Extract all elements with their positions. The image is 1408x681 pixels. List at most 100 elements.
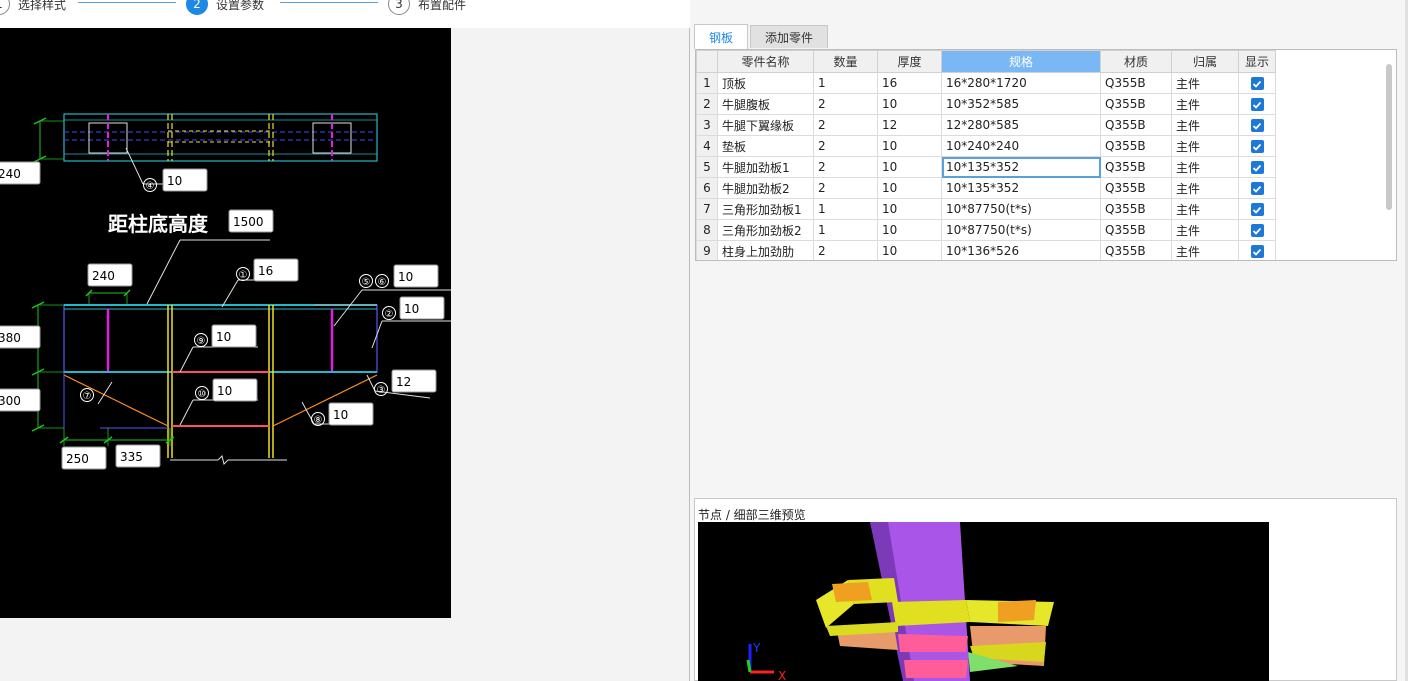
- cell-spec[interactable]: 10*135*352: [941, 156, 1101, 178]
- input-part-2-thickness[interactable]: 10: [404, 302, 419, 316]
- input-width-335[interactable]: 335: [120, 450, 143, 464]
- cell-owner[interactable]: 主件: [1171, 114, 1239, 136]
- row-number[interactable]: 9: [696, 240, 718, 260]
- cell-show[interactable]: [1238, 72, 1276, 94]
- cell-spec[interactable]: 10*352*585: [941, 93, 1101, 115]
- step-3[interactable]: 3 布置配件: [388, 0, 466, 16]
- checkbox-checked-icon[interactable]: [1250, 182, 1264, 195]
- cell-owner[interactable]: 主件: [1171, 72, 1239, 94]
- table-row[interactable]: 2 牛腿腹板 2 10 10*352*585 Q355B 主件: [696, 93, 1276, 115]
- input-part-1-thickness[interactable]: 16: [258, 264, 273, 278]
- cell-owner[interactable]: 主件: [1171, 240, 1239, 260]
- cell-quantity[interactable]: 2: [813, 177, 878, 199]
- cell-quantity[interactable]: 1: [813, 72, 878, 94]
- header-material[interactable]: 材质: [1100, 50, 1172, 73]
- cell-quantity[interactable]: 1: [813, 219, 878, 241]
- cell-show[interactable]: [1238, 177, 1276, 199]
- cell-spec[interactable]: 12*280*585: [941, 114, 1101, 136]
- input-part-5-6-thickness[interactable]: 10: [398, 270, 413, 284]
- row-number[interactable]: 2: [696, 93, 718, 115]
- cell-show[interactable]: [1238, 93, 1276, 115]
- table-row[interactable]: 7 三角形加劲板1 1 10 10*87750(t*s) Q355B 主件: [696, 198, 1276, 220]
- cell-thickness[interactable]: 10: [877, 198, 942, 220]
- row-number[interactable]: 3: [696, 114, 718, 136]
- checkbox-checked-icon[interactable]: [1250, 119, 1264, 132]
- cell-thickness[interactable]: 16: [877, 72, 942, 94]
- cell-thickness[interactable]: 10: [877, 177, 942, 199]
- cell-part-name[interactable]: 牛腿加劲板1: [717, 156, 814, 178]
- input-plate-width[interactable]: 240: [92, 269, 115, 283]
- header-show[interactable]: 显示: [1238, 50, 1276, 73]
- table-row[interactable]: 4 垫板 2 10 10*240*240 Q355B 主件: [696, 135, 1276, 157]
- cell-quantity[interactable]: 2: [813, 135, 878, 157]
- cell-quantity[interactable]: 2: [813, 93, 878, 115]
- table-row[interactable]: 9 柱身上加劲肋 2 10 10*136*526 Q355B 主件: [696, 240, 1276, 260]
- cell-thickness[interactable]: 10: [877, 135, 942, 157]
- cell-show[interactable]: [1238, 219, 1276, 241]
- input-height-300[interactable]: 300: [0, 394, 21, 408]
- cell-material[interactable]: Q355B: [1100, 240, 1172, 260]
- cell-quantity[interactable]: 2: [813, 240, 878, 260]
- row-number[interactable]: 6: [696, 177, 718, 199]
- cell-thickness[interactable]: 10: [877, 219, 942, 241]
- cell-material[interactable]: Q355B: [1100, 114, 1172, 136]
- cell-material[interactable]: Q355B: [1100, 219, 1172, 241]
- 3d-preview-canvas[interactable]: Y X: [698, 522, 1269, 681]
- cell-thickness[interactable]: 12: [877, 114, 942, 136]
- input-part-10-thickness[interactable]: 10: [217, 384, 232, 398]
- checkbox-checked-icon[interactable]: [1250, 77, 1264, 90]
- row-number[interactable]: 1: [696, 72, 718, 94]
- cell-part-name[interactable]: 牛腿腹板: [717, 93, 814, 115]
- header-owner[interactable]: 归属: [1171, 50, 1239, 73]
- cell-quantity[interactable]: 2: [813, 114, 878, 136]
- cell-show[interactable]: [1238, 240, 1276, 260]
- cell-material[interactable]: Q355B: [1100, 135, 1172, 157]
- cell-owner[interactable]: 主件: [1171, 177, 1239, 199]
- cell-material[interactable]: Q355B: [1100, 93, 1172, 115]
- cell-spec[interactable]: 10*87750(t*s): [941, 198, 1101, 220]
- checkbox-checked-icon[interactable]: [1250, 98, 1264, 111]
- cell-show[interactable]: [1238, 135, 1276, 157]
- table-row[interactable]: 8 三角形加劲板2 1 10 10*87750(t*s) Q355B 主件: [696, 219, 1276, 241]
- cell-show[interactable]: [1238, 156, 1276, 178]
- cell-owner[interactable]: 主件: [1171, 135, 1239, 157]
- cell-part-name[interactable]: 垫板: [717, 135, 814, 157]
- table-row[interactable]: 3 牛腿下翼缘板 2 12 12*280*585 Q355B 主件: [696, 114, 1276, 136]
- header-part-name[interactable]: 零件名称: [717, 50, 814, 73]
- cell-quantity[interactable]: 2: [813, 156, 878, 178]
- tab-steel-plate[interactable]: 钢板: [694, 24, 749, 49]
- cell-part-name[interactable]: 三角形加劲板1: [717, 198, 814, 220]
- checkbox-checked-icon[interactable]: [1250, 224, 1264, 237]
- header-quantity[interactable]: 数量: [813, 50, 878, 73]
- cell-owner[interactable]: 主件: [1171, 198, 1239, 220]
- input-width-250[interactable]: 250: [66, 452, 89, 466]
- cell-material[interactable]: Q355B: [1100, 198, 1172, 220]
- input-part-4-thickness[interactable]: 10: [167, 174, 182, 188]
- row-number[interactable]: 4: [696, 135, 718, 157]
- step-2[interactable]: 2 设置参数: [186, 0, 264, 16]
- cell-owner[interactable]: 主件: [1171, 93, 1239, 115]
- input-top-width[interactable]: 240: [0, 167, 21, 181]
- cell-owner[interactable]: 主件: [1171, 156, 1239, 178]
- cell-material[interactable]: Q355B: [1100, 72, 1172, 94]
- cell-spec[interactable]: 10*136*526: [941, 240, 1101, 260]
- cell-material[interactable]: Q355B: [1100, 156, 1172, 178]
- cell-owner[interactable]: 主件: [1171, 219, 1239, 241]
- tab-add-part[interactable]: 添加零件: [750, 25, 829, 48]
- cell-thickness[interactable]: 10: [877, 93, 942, 115]
- table-row[interactable]: 5 牛腿加劲板1 2 10 10*135*352 Q355B 主件: [696, 156, 1276, 178]
- cell-spec[interactable]: 10*240*240: [941, 135, 1101, 157]
- header-spec[interactable]: 规格: [941, 50, 1101, 73]
- checkbox-checked-icon[interactable]: [1250, 245, 1264, 258]
- cell-part-name[interactable]: 柱身上加劲肋: [717, 240, 814, 260]
- table-row[interactable]: 1 顶板 1 16 16*280*1720 Q355B 主件: [696, 72, 1276, 94]
- cell-show[interactable]: [1238, 114, 1276, 136]
- input-part-9-thickness[interactable]: 10: [216, 330, 231, 344]
- cell-part-name[interactable]: 顶板: [717, 72, 814, 94]
- cell-material[interactable]: Q355B: [1100, 177, 1172, 199]
- row-number[interactable]: 7: [696, 198, 718, 220]
- input-part-3-thickness[interactable]: 12: [396, 375, 411, 389]
- cell-spec[interactable]: 10*135*352: [941, 177, 1101, 199]
- input-height-380[interactable]: 380: [0, 331, 21, 345]
- table-scrollbar[interactable]: [1386, 64, 1392, 210]
